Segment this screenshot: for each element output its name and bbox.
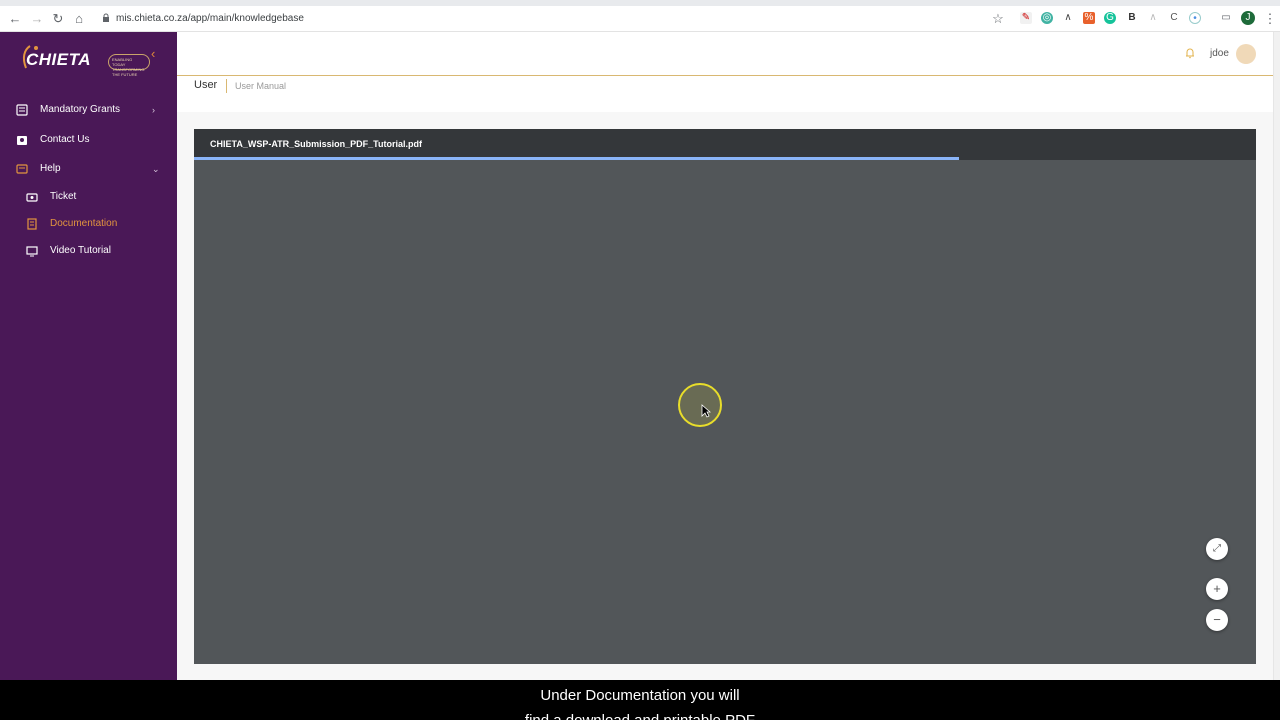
sidebar-item-contact-us[interactable]: Contact Us xyxy=(0,129,177,151)
collapse-sidebar-icon[interactable]: ‹ xyxy=(151,46,155,61)
extension-icon[interactable]: ∧ xyxy=(1147,12,1159,24)
top-header xyxy=(177,32,1273,76)
extension-icon[interactable]: ✎ xyxy=(1020,12,1032,24)
sidebar-item-help[interactable]: Help ⌄ xyxy=(0,158,177,180)
zoom-out-button[interactable]: − xyxy=(1206,609,1228,631)
breadcrumb xyxy=(177,76,1273,112)
sidebar-item-ticket[interactable]: Ticket xyxy=(0,187,177,207)
browser-menu-icon[interactable]: ⋮ xyxy=(1263,12,1277,26)
sidebar-item-mandatory-grants[interactable]: Mandatory Grants › xyxy=(0,99,177,121)
lock-icon xyxy=(103,13,109,22)
profile-avatar[interactable]: J xyxy=(1241,11,1255,25)
sidebar-item-label: Help xyxy=(40,163,61,174)
chevron-down-icon: ⌄ xyxy=(152,164,160,174)
page-scrollbar[interactable] xyxy=(1273,32,1280,680)
sidebar-item-label: Documentation xyxy=(50,218,118,229)
sidebar-item-label: Contact Us xyxy=(40,134,90,145)
zoom-in-button[interactable]: + xyxy=(1206,578,1228,600)
cursor-highlight xyxy=(678,383,722,427)
cast-icon[interactable]: ▭ xyxy=(1220,12,1232,24)
contact-icon xyxy=(17,136,27,145)
extension-icon[interactable]: ◎ xyxy=(1041,12,1053,24)
monitor-icon xyxy=(26,246,38,257)
logo-text: CHIETA xyxy=(26,50,92,69)
ticket-icon xyxy=(26,193,38,202)
document-icon xyxy=(27,218,37,230)
back-icon[interactable]: ← xyxy=(8,12,22,26)
grammarly-icon[interactable]: G xyxy=(1104,12,1116,24)
logo-tagline: ENABLING TODAY TRANSFORMING THE FUTURE xyxy=(108,54,150,77)
home-icon[interactable]: ⌂ xyxy=(72,12,86,26)
bell-icon[interactable] xyxy=(1184,47,1196,59)
extension-icon[interactable]: • xyxy=(1189,12,1201,24)
pdf-file-name: CHIETA_WSP-ATR_Submission_PDF_Tutorial.p… xyxy=(210,139,423,149)
sidebar-item-documentation[interactable]: Documentation xyxy=(0,214,177,234)
extension-icon[interactable]: C xyxy=(1168,12,1180,24)
forward-icon[interactable]: → xyxy=(30,12,44,26)
browser-toolbar: ← → ↻ ⌂ mis.chieta.co.za/app/main/knowle… xyxy=(0,0,1280,32)
fit-to-page-icon[interactable]: ⤢ xyxy=(1206,538,1228,560)
breadcrumb-section[interactable]: User xyxy=(194,79,217,91)
bookmark-star-icon[interactable]: ☆ xyxy=(991,12,1005,26)
address-bar[interactable]: mis.chieta.co.za/app/main/knowledgebase xyxy=(116,13,304,24)
caption-line: find a download and printable PDF xyxy=(0,712,1280,720)
video-caption: Under Documentation you will find a down… xyxy=(0,680,1280,720)
avatar[interactable] xyxy=(1236,44,1256,64)
sidebar-item-video-tutorial[interactable]: Video Tutorial xyxy=(0,241,177,261)
reload-icon[interactable]: ↻ xyxy=(51,12,65,26)
sidebar-item-label: Mandatory Grants xyxy=(40,104,121,115)
grants-icon xyxy=(16,104,28,116)
mouse-pointer-icon xyxy=(701,404,711,418)
caption-line: Under Documentation you will xyxy=(540,687,740,704)
pdf-document-area[interactable] xyxy=(194,160,1256,664)
sidebar-item-label: Ticket xyxy=(50,191,77,202)
extension-icon[interactable]: ∧ xyxy=(1062,12,1074,24)
breadcrumb-page: User Manual xyxy=(235,81,287,91)
sidebar-item-label: Video Tutorial xyxy=(50,245,111,256)
extension-icon[interactable]: % xyxy=(1083,12,1095,24)
browser-tab-strip xyxy=(0,0,1280,6)
chevron-right-icon: › xyxy=(152,105,155,115)
extension-icon[interactable]: B xyxy=(1126,12,1138,24)
username[interactable]: jdoe xyxy=(1210,48,1229,59)
breadcrumb-divider xyxy=(226,79,227,93)
help-icon xyxy=(16,164,28,174)
